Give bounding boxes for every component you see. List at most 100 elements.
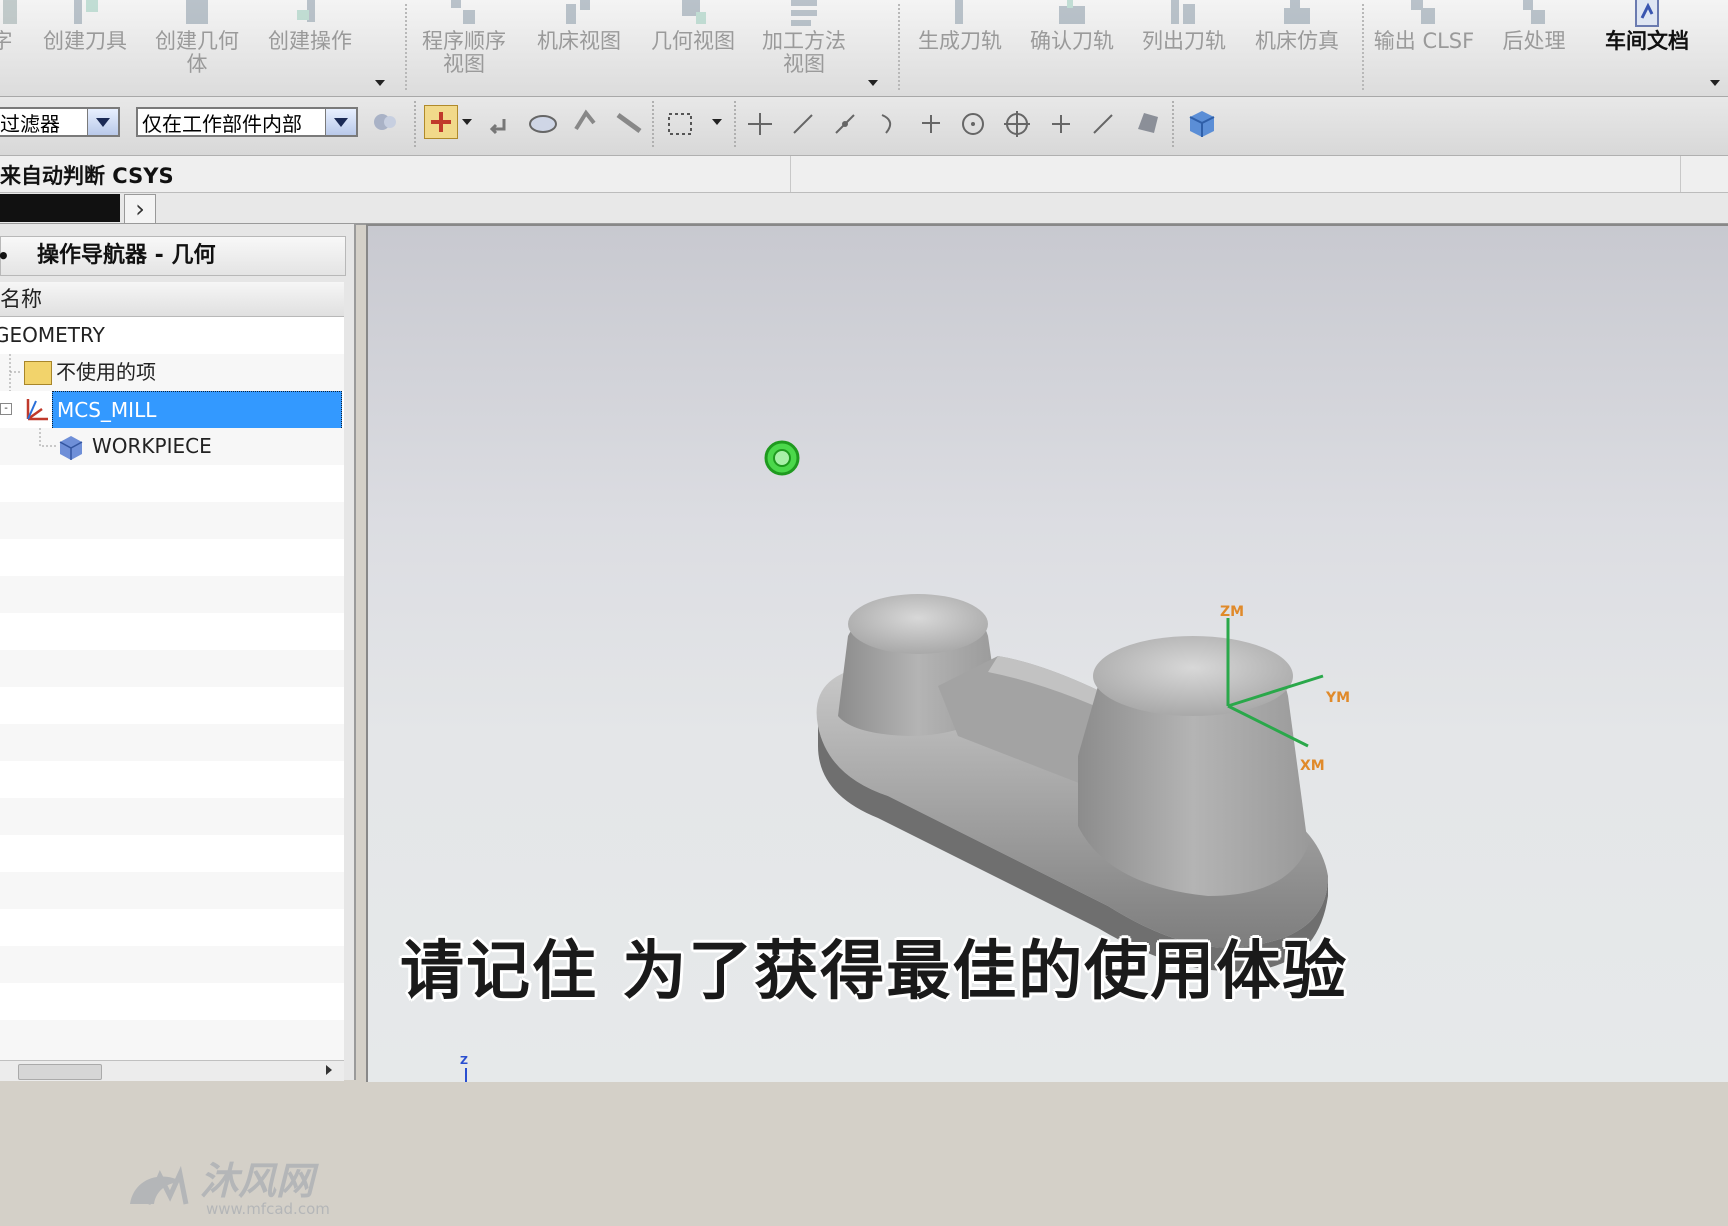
chevron-down-icon[interactable] bbox=[868, 80, 878, 86]
toolbar-label: 输出 CLSF bbox=[1373, 29, 1475, 53]
create-operation-button[interactable]: 创建操作 bbox=[255, 0, 365, 92]
svg-text:沐风网: 沐风网 bbox=[200, 1159, 319, 1203]
select-edge-icon[interactable] bbox=[614, 109, 642, 135]
snap-point-on-curve-icon[interactable] bbox=[1090, 111, 1116, 137]
program-order-view-button[interactable]: 程序顺序视图 bbox=[412, 0, 516, 92]
tree-item-workpiece[interactable]: WORKPIECE bbox=[0, 428, 344, 465]
empty-row bbox=[0, 502, 344, 539]
empty-row bbox=[0, 761, 344, 798]
shop-documentation-button[interactable]: 车间文档 bbox=[1592, 0, 1702, 92]
output-clsf-button[interactable]: 输出 CLSF bbox=[1370, 0, 1478, 92]
chevron-down-icon[interactable] bbox=[712, 119, 722, 125]
toolbar-label: 机床仿真 bbox=[1255, 29, 1339, 53]
empty-row bbox=[0, 465, 344, 502]
machine-view-icon bbox=[562, 0, 596, 30]
watermark-logo: 沐风网 www.mfcad.com bbox=[120, 1152, 370, 1226]
scope-filter-select[interactable]: 仅在工作部件内部 bbox=[136, 107, 358, 137]
type-filter-value: 过滤器 bbox=[0, 112, 60, 136]
toolbar-label: 确认刀轨 bbox=[1030, 29, 1114, 53]
video-subtitle: 请记住 为了获得最佳的使用体验 bbox=[400, 935, 1349, 1009]
snap-perpendicular-icon[interactable] bbox=[918, 111, 944, 137]
type-filter-select[interactable]: 过滤器 bbox=[0, 107, 120, 137]
geometry-view-button[interactable]: 几何视图 bbox=[638, 0, 748, 92]
svg-text:www.mfcad.com: www.mfcad.com bbox=[206, 1200, 330, 1218]
empty-row bbox=[0, 798, 344, 835]
postprocess-button[interactable]: 后处理 bbox=[1482, 0, 1586, 92]
postprocess-icon bbox=[1517, 0, 1551, 30]
undo-select-icon[interactable] bbox=[484, 111, 510, 137]
tree-item-unused[interactable]: 不使用的项 bbox=[0, 354, 344, 391]
selection-highlight: MCS_MILL bbox=[52, 391, 342, 430]
verify-toolpath-button[interactable]: 确认刀轨 bbox=[1018, 0, 1126, 92]
snap-existing-point-icon[interactable] bbox=[1048, 111, 1074, 137]
create-tool-button[interactable]: 创建刀具 bbox=[30, 0, 140, 92]
scroll-right-arrow-icon[interactable] bbox=[326, 1065, 332, 1075]
create-tool-icon bbox=[68, 0, 102, 30]
output-clsf-icon bbox=[1407, 0, 1441, 30]
snap-line-icon[interactable] bbox=[790, 111, 816, 137]
tree-item-mcs-mill[interactable]: - MCS_MILL bbox=[0, 391, 344, 430]
create-geometry-icon bbox=[180, 0, 214, 30]
toolbar-label: 加工方法视图 bbox=[762, 29, 846, 76]
toolbar-label: 列出刀轨 bbox=[1142, 29, 1226, 53]
toolbar-separator bbox=[734, 101, 736, 147]
toolbar-separator bbox=[405, 4, 407, 90]
chevron-down-icon[interactable] bbox=[1710, 80, 1720, 86]
assembly-filter-icon[interactable] bbox=[372, 109, 398, 135]
empty-row bbox=[0, 983, 344, 1020]
scrollbar-thumb[interactable] bbox=[18, 1064, 102, 1080]
snap-center-icon[interactable] bbox=[960, 111, 986, 137]
chevron-down-icon[interactable] bbox=[375, 80, 385, 86]
snap-quadrant-icon[interactable] bbox=[1004, 111, 1030, 137]
empty-row bbox=[0, 576, 344, 613]
rectangle-select-icon[interactable] bbox=[666, 111, 692, 137]
snap-arc-icon[interactable] bbox=[876, 111, 902, 137]
program-order-view-icon bbox=[447, 0, 481, 30]
z-axis-label: ZM bbox=[1220, 604, 1245, 620]
toolbar-label: 车间文档 bbox=[1605, 29, 1689, 53]
list-toolpath-button[interactable]: 列出刀轨 bbox=[1130, 0, 1238, 92]
chevron-down-icon[interactable] bbox=[87, 109, 118, 135]
machine-simulation-button[interactable]: 机床仿真 bbox=[1242, 0, 1352, 92]
view-triad-z-label: Z bbox=[460, 1054, 468, 1067]
tree-item-label: MCS_MILL bbox=[57, 398, 157, 422]
empty-row bbox=[0, 539, 344, 576]
toolbar-label: 生成刀轨 bbox=[918, 29, 1002, 53]
snap-endpoint-icon[interactable] bbox=[746, 111, 772, 137]
name-column-header[interactable]: 名称 bbox=[0, 282, 344, 317]
collapse-icon[interactable]: - bbox=[0, 403, 12, 415]
mcs-icon bbox=[26, 399, 48, 421]
tree-root-label: GEOMETRY bbox=[0, 323, 105, 347]
workpiece-cube-icon[interactable] bbox=[1186, 107, 1215, 137]
resource-tab-active[interactable] bbox=[0, 194, 120, 222]
machine-view-button[interactable]: 机床视图 bbox=[524, 0, 634, 92]
toolbar-label: 创建刀具 bbox=[43, 29, 127, 53]
generate-toolpath-button[interactable]: 生成刀轨 bbox=[906, 0, 1014, 92]
scope-filter-value: 仅在工作部件内部 bbox=[142, 112, 302, 136]
empty-row bbox=[0, 946, 344, 983]
tree-root-geometry[interactable]: GEOMETRY bbox=[0, 317, 344, 354]
snap-point-icon[interactable] bbox=[424, 105, 458, 139]
horizontal-scrollbar[interactable] bbox=[0, 1060, 344, 1081]
empty-row bbox=[0, 613, 344, 650]
toolbar-button-partial[interactable]: 字 bbox=[0, 0, 18, 92]
prompt-bar: 来自动判断 CSYS bbox=[0, 156, 1728, 193]
select-body-icon[interactable] bbox=[528, 109, 557, 135]
folder-icon bbox=[24, 361, 52, 385]
y-axis-label: YM bbox=[1326, 690, 1351, 706]
chevron-down-icon[interactable] bbox=[462, 119, 472, 125]
chevron-down-icon[interactable] bbox=[325, 109, 356, 135]
empty-row bbox=[0, 872, 344, 909]
snap-point-on-face-icon[interactable] bbox=[1134, 109, 1160, 135]
empty-row bbox=[0, 909, 344, 946]
chevron-right-icon[interactable]: › bbox=[124, 194, 156, 224]
create-geometry-button[interactable]: 创建几何体 bbox=[142, 0, 252, 92]
rotate-point-marker[interactable] bbox=[760, 436, 804, 480]
select-face-icon[interactable] bbox=[572, 109, 598, 135]
resource-bar-tabs: › bbox=[0, 193, 1728, 225]
machine-simulation-icon bbox=[1280, 0, 1314, 30]
machining-method-view-button[interactable]: 加工方法视图 bbox=[752, 0, 856, 92]
verify-toolpath-icon bbox=[1055, 0, 1089, 30]
pin-icon[interactable]: • bbox=[0, 237, 10, 275]
snap-midpoint-icon[interactable] bbox=[832, 111, 858, 137]
